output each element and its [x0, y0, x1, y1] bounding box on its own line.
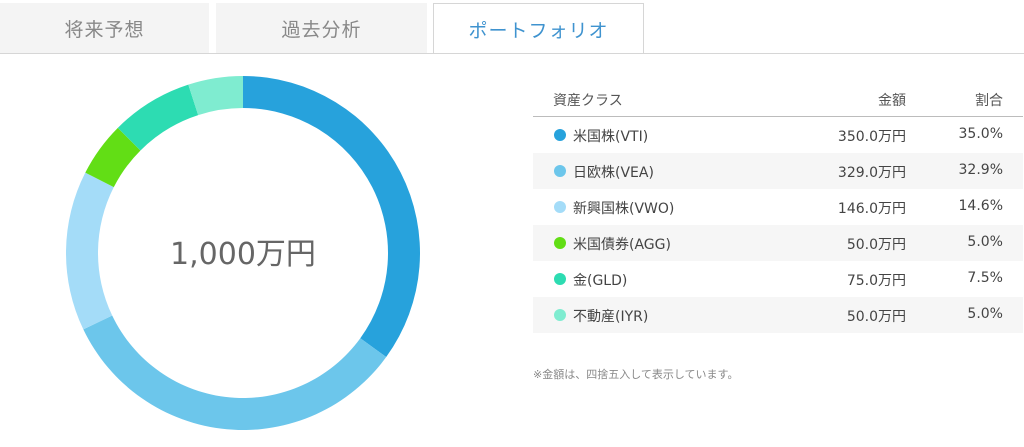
legend-color-dot: [554, 273, 566, 285]
asset-name: 不動産(IYR): [573, 309, 649, 325]
legend-color-dot: [554, 165, 566, 177]
donut-slice: [83, 315, 387, 431]
asset-amount: 146.0万円: [837, 201, 906, 217]
donut-slice: [243, 76, 421, 358]
table-row: 米国債券(AGG) 50.0万円 5.0%: [533, 225, 1023, 261]
table-row: 日欧株(VEA) 329.0万円 32.9%: [533, 153, 1023, 189]
tab-portfolio[interactable]: ポートフォリオ: [433, 3, 644, 54]
donut-slice: [66, 172, 114, 330]
tab-past-analysis[interactable]: 過去分析: [216, 3, 427, 53]
table-row: 不動産(IYR) 50.0万円 5.0%: [533, 297, 1023, 333]
asset-name: 新興国株(VWO): [573, 201, 675, 217]
asset-percent: 32.9%: [958, 162, 1003, 178]
asset-name: 米国株(VTI): [573, 129, 649, 145]
asset-percent: 5.0%: [967, 306, 1003, 322]
asset-percent: 7.5%: [967, 270, 1003, 286]
table-row: 金(GLD) 75.0万円 7.5%: [533, 261, 1023, 297]
table-row: 米国株(VTI) 350.0万円 35.0%: [533, 117, 1023, 153]
asset-name: 米国債券(AGG): [573, 237, 671, 253]
asset-percent: 5.0%: [967, 234, 1003, 250]
asset-amount: 50.0万円: [846, 237, 906, 253]
header-amount: 金額: [878, 93, 906, 109]
tab-bar: 将来予想 過去分析 ポートフォリオ: [0, 0, 1024, 54]
header-ratio: 割合: [975, 93, 1003, 109]
donut-slice: [188, 76, 243, 116]
table-body: 米国株(VTI) 350.0万円 35.0% 日欧株(VEA) 329.0万円 32.9%…: [533, 117, 1023, 333]
asset-name: 金(GLD): [573, 273, 628, 289]
asset-amount: 50.0万円: [846, 309, 906, 325]
table-row: 新興国株(VWO) 146.0万円 14.6%: [533, 189, 1023, 225]
table-header: 資産クラス 金額 割合: [533, 78, 1023, 117]
portfolio-table: 資産クラス 金額 割合 米国株(VTI) 350.0万円 35.0% 日欧株(VEA)…: [533, 78, 1023, 333]
donut-center-total: 1,000万円: [170, 237, 316, 272]
rounding-note: ※金額は、四捨五入して表示しています。: [533, 368, 739, 381]
legend-color-dot: [554, 309, 566, 321]
tab-forecast[interactable]: 将来予想: [0, 3, 209, 53]
legend-color-dot: [554, 201, 566, 213]
asset-amount: 329.0万円: [837, 165, 906, 181]
asset-percent: 14.6%: [958, 198, 1003, 214]
header-asset-class: 資産クラス: [553, 93, 623, 109]
asset-amount: 75.0万円: [846, 273, 906, 289]
asset-name: 日欧株(VEA): [573, 165, 654, 181]
asset-percent: 35.0%: [958, 126, 1003, 142]
legend-color-dot: [554, 129, 566, 141]
tab-divider: [0, 53, 1024, 54]
legend-color-dot: [554, 237, 566, 249]
donut-chart: 1,000万円: [66, 76, 421, 431]
asset-amount: 350.0万円: [837, 129, 906, 145]
